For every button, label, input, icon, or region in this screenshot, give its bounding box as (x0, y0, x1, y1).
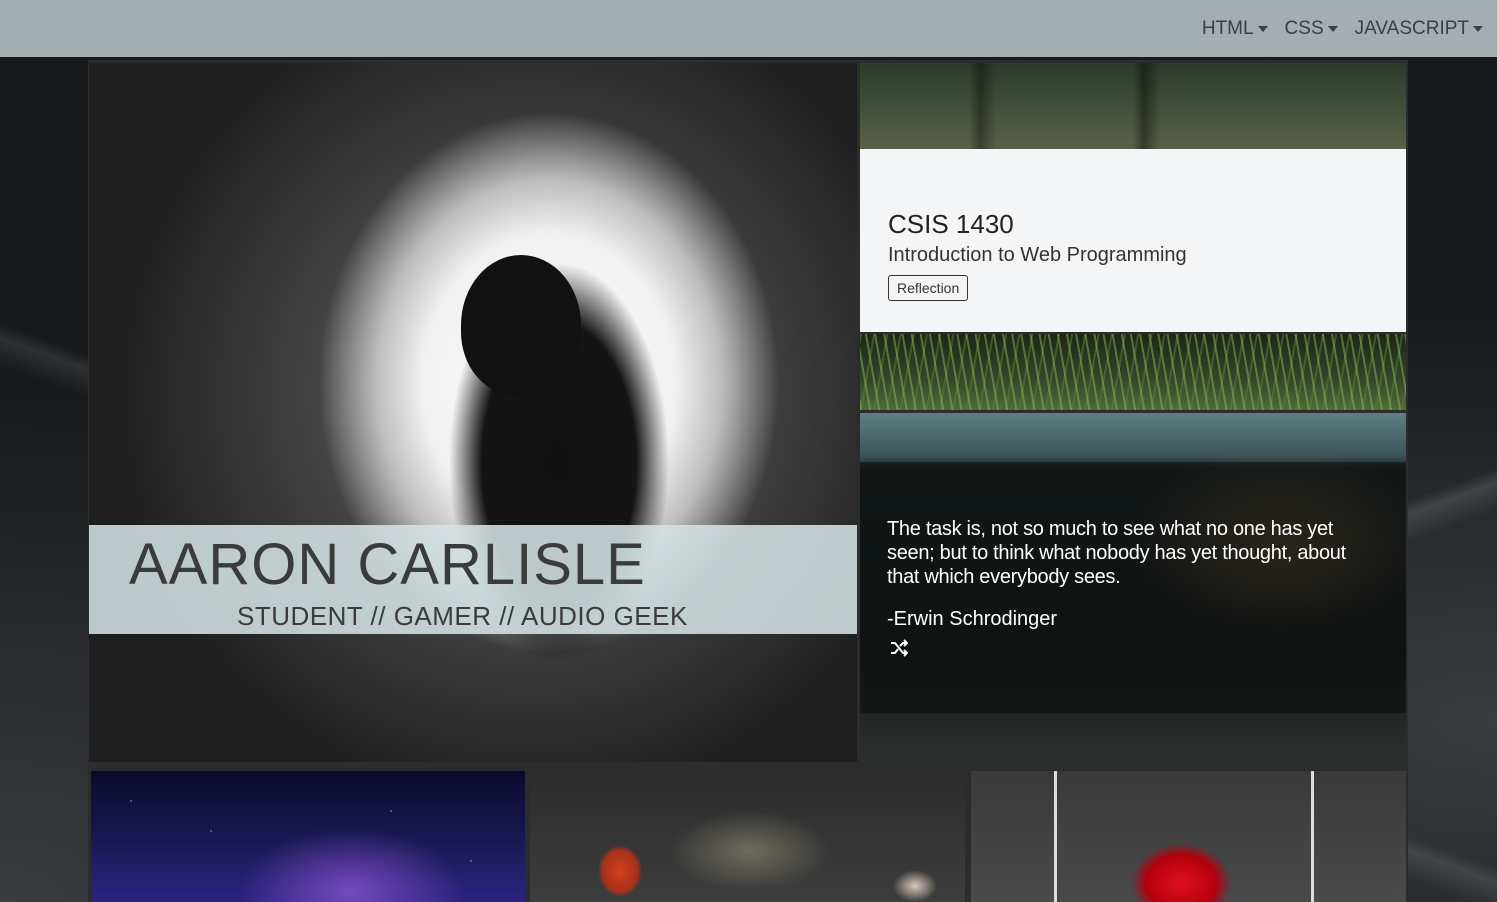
quote-block: The task is, not so much to see what no … (860, 413, 1406, 762)
food-photo-tile[interactable] (530, 771, 965, 902)
nav-dropdown-label: JAVASCRIPT (1354, 17, 1469, 39)
hero-name: AARON CARLISLE (129, 532, 646, 597)
reflection-button[interactable]: Reflection (888, 275, 969, 301)
quote-text: The task is, not so much to see what no … (887, 518, 1346, 588)
course-subtitle: Introduction to Web Programming (888, 244, 1187, 266)
nav-dropdown-css[interactable]: CSS (1285, 18, 1338, 40)
course-title: CSIS 1430 (888, 209, 1014, 239)
galaxy-photo-tile[interactable] (91, 771, 525, 902)
top-navbar: HTML CSS JAVASCRIPT (0, 0, 1497, 57)
nav-dropdown-label: HTML (1201, 17, 1254, 39)
hero-tagline: STUDENT // GAMER // AUDIO GEEK (237, 601, 688, 631)
hero-photo: AARON CARLISLE STUDENT // GAMER // AUDIO… (89, 63, 857, 762)
heart-photo-tile[interactable] (971, 771, 1406, 902)
shuffle-icon[interactable] (890, 639, 909, 661)
hero-silhouette-head (461, 255, 581, 395)
caret-down-icon (1257, 25, 1268, 32)
hero-banner: AARON CARLISLE STUDENT // GAMER // AUDIO… (89, 525, 857, 634)
caret-down-icon (1473, 25, 1483, 32)
course-card: CSIS 1430 Introduction to Web Programmin… (860, 149, 1406, 332)
caret-down-icon (1327, 25, 1338, 32)
nav-dropdown-javascript[interactable]: JAVASCRIPT (1355, 18, 1483, 40)
grass-photo (860, 334, 1406, 410)
quote-author: -Erwin Schrodinger (887, 608, 1058, 630)
nav-dropdown-label: CSS (1284, 17, 1324, 39)
nav-dropdown-html[interactable]: HTML (1202, 18, 1268, 40)
forest-photo (860, 63, 1406, 149)
